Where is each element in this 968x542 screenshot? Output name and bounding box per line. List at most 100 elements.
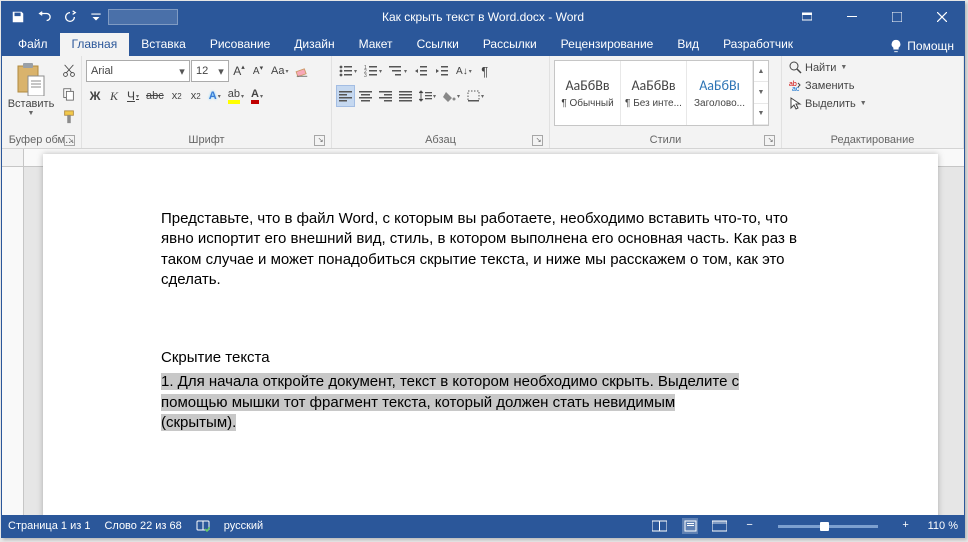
status-page[interactable]: Страница 1 из 1 [8,520,90,532]
document-page[interactable]: Представьте, что в файл Word, с которым … [43,154,938,515]
bold-button[interactable]: Ж [86,85,104,107]
tab-view[interactable]: Вид [665,33,711,56]
clipboard-launcher[interactable] [64,135,75,146]
bucket-icon [443,90,456,102]
highlight-button[interactable]: ab [225,85,247,107]
view-web-layout[interactable] [712,518,728,534]
italic-button[interactable]: К [105,85,123,107]
superscript-button[interactable]: x2 [187,85,205,107]
multilevel-button[interactable] [386,60,410,82]
align-center-icon [359,91,372,102]
status-spellcheck[interactable] [196,519,210,533]
styles-launcher[interactable] [764,135,775,146]
align-left-button[interactable] [336,85,355,107]
numbered-paragraph[interactable]: 1. Для начала откройте документ, текст в… [161,372,820,433]
view-print-layout[interactable] [682,518,698,534]
group-styles: АаБбВв¶ Обычный АаБбВв¶ Без инте... АаБб… [550,56,782,148]
zoom-level[interactable]: 110 % [928,520,958,532]
view-read-mode[interactable] [652,518,668,534]
zoom-in-button[interactable]: + [898,518,914,534]
zoom-slider[interactable] [778,525,878,528]
body-paragraph[interactable]: Представьте, что в файл Word, с которым … [161,209,820,290]
sort-button[interactable]: A↓ [453,60,475,82]
styles-gallery: АаБбВв¶ Обычный АаБбВв¶ Без инте... АаБб… [554,60,769,126]
status-language[interactable]: русский [224,520,263,532]
group-editing: Найти▼ abacЗаменить Выделить▼ Редактиров… [782,56,964,148]
tab-layout[interactable]: Макет [347,33,405,56]
shrink-font-button[interactable]: A▾ [249,60,267,82]
save-icon[interactable] [6,5,30,29]
tab-draw[interactable]: Рисование [198,33,282,56]
gallery-down[interactable]: ▼ [754,82,768,103]
tell-me[interactable]: Помощн [879,39,964,56]
tab-review[interactable]: Рецензирование [549,33,666,56]
paste-button[interactable]: Вставить ▼ [6,60,56,119]
clear-format-button[interactable] [292,60,312,82]
bullets-button[interactable] [336,60,360,82]
copy-button[interactable] [58,83,80,105]
style-no-spacing[interactable]: АаБбВв¶ Без инте... [621,61,687,125]
replace-icon: abac [789,79,802,92]
justify-button[interactable] [396,85,415,107]
text-effects-button[interactable]: A [206,85,224,107]
heading-text[interactable]: Скрытие текста [161,348,820,368]
status-words[interactable]: Слово 22 из 68 [104,520,181,532]
show-marks-button[interactable]: ¶ [476,60,494,82]
align-right-button[interactable] [376,85,395,107]
close-button[interactable] [919,2,964,31]
style-heading1[interactable]: АаБбВıЗаголово... [687,61,753,125]
tab-references[interactable]: Ссылки [405,33,471,56]
para-launcher[interactable] [532,135,543,146]
format-painter-button[interactable] [58,106,80,128]
cut-button[interactable] [58,60,80,82]
font-launcher[interactable] [314,135,325,146]
tab-mailings[interactable]: Рассылки [471,33,549,56]
ribbon-tabs: Файл Главная Вставка Рисование Дизайн Ма… [2,31,964,56]
replace-button[interactable]: abacЗаменить [786,77,857,94]
outdent-icon [414,65,428,77]
font-color-button[interactable]: A [248,85,266,107]
tab-insert[interactable]: Вставка [129,33,198,56]
style-normal[interactable]: АаБбВв¶ Обычный [555,61,621,125]
find-button[interactable]: Найти▼ [786,59,850,76]
book-icon [196,519,210,533]
tab-design[interactable]: Дизайн [282,33,346,56]
ribbon-display-icon[interactable] [784,2,829,31]
lightbulb-icon [889,39,903,53]
minimize-button[interactable] [829,2,874,31]
tab-developer[interactable]: Разработчик [711,33,805,56]
align-center-button[interactable] [356,85,375,107]
line-spacing-button[interactable] [416,85,439,107]
title-bar: Как скрыть текст в Word.docx - Word [2,2,964,31]
subscript-button[interactable]: x2 [168,85,186,107]
borders-button[interactable] [464,85,487,107]
gallery-up[interactable]: ▲ [754,61,768,82]
change-case-button[interactable]: Aa [268,60,291,82]
indent-icon [435,65,449,77]
underline-button[interactable]: Ч [124,85,142,107]
grow-font-button[interactable]: A▴ [230,60,248,82]
group-font: Arial▾ 12▾ A▴ A▾ Aa Ж К Ч abc x2 x2 A ab [82,56,332,148]
font-size-combo[interactable]: 12▾ [191,60,229,82]
select-button[interactable]: Выделить▼ [786,95,870,112]
decrease-indent-button[interactable] [411,60,431,82]
zoom-out-button[interactable]: − [742,518,758,534]
tab-home[interactable]: Главная [60,33,130,56]
numbering-button[interactable]: 123 [361,60,385,82]
paste-icon [16,62,46,96]
vertical-ruler[interactable] [2,167,24,515]
tab-file[interactable]: Файл [6,33,60,56]
font-name-combo[interactable]: Arial▾ [86,60,190,82]
gallery-expand[interactable]: ▼ [754,104,768,125]
align-left-icon [339,91,352,102]
account-indicator[interactable] [108,9,178,25]
multilevel-icon [389,65,403,77]
redo-icon[interactable] [58,5,82,29]
increase-indent-button[interactable] [432,60,452,82]
shading-button[interactable] [440,85,463,107]
strike-button[interactable]: abc [143,85,167,107]
numbering-icon: 123 [364,65,378,77]
qat-customize-icon[interactable] [84,5,108,29]
undo-icon[interactable] [32,5,56,29]
maximize-button[interactable] [874,2,919,31]
